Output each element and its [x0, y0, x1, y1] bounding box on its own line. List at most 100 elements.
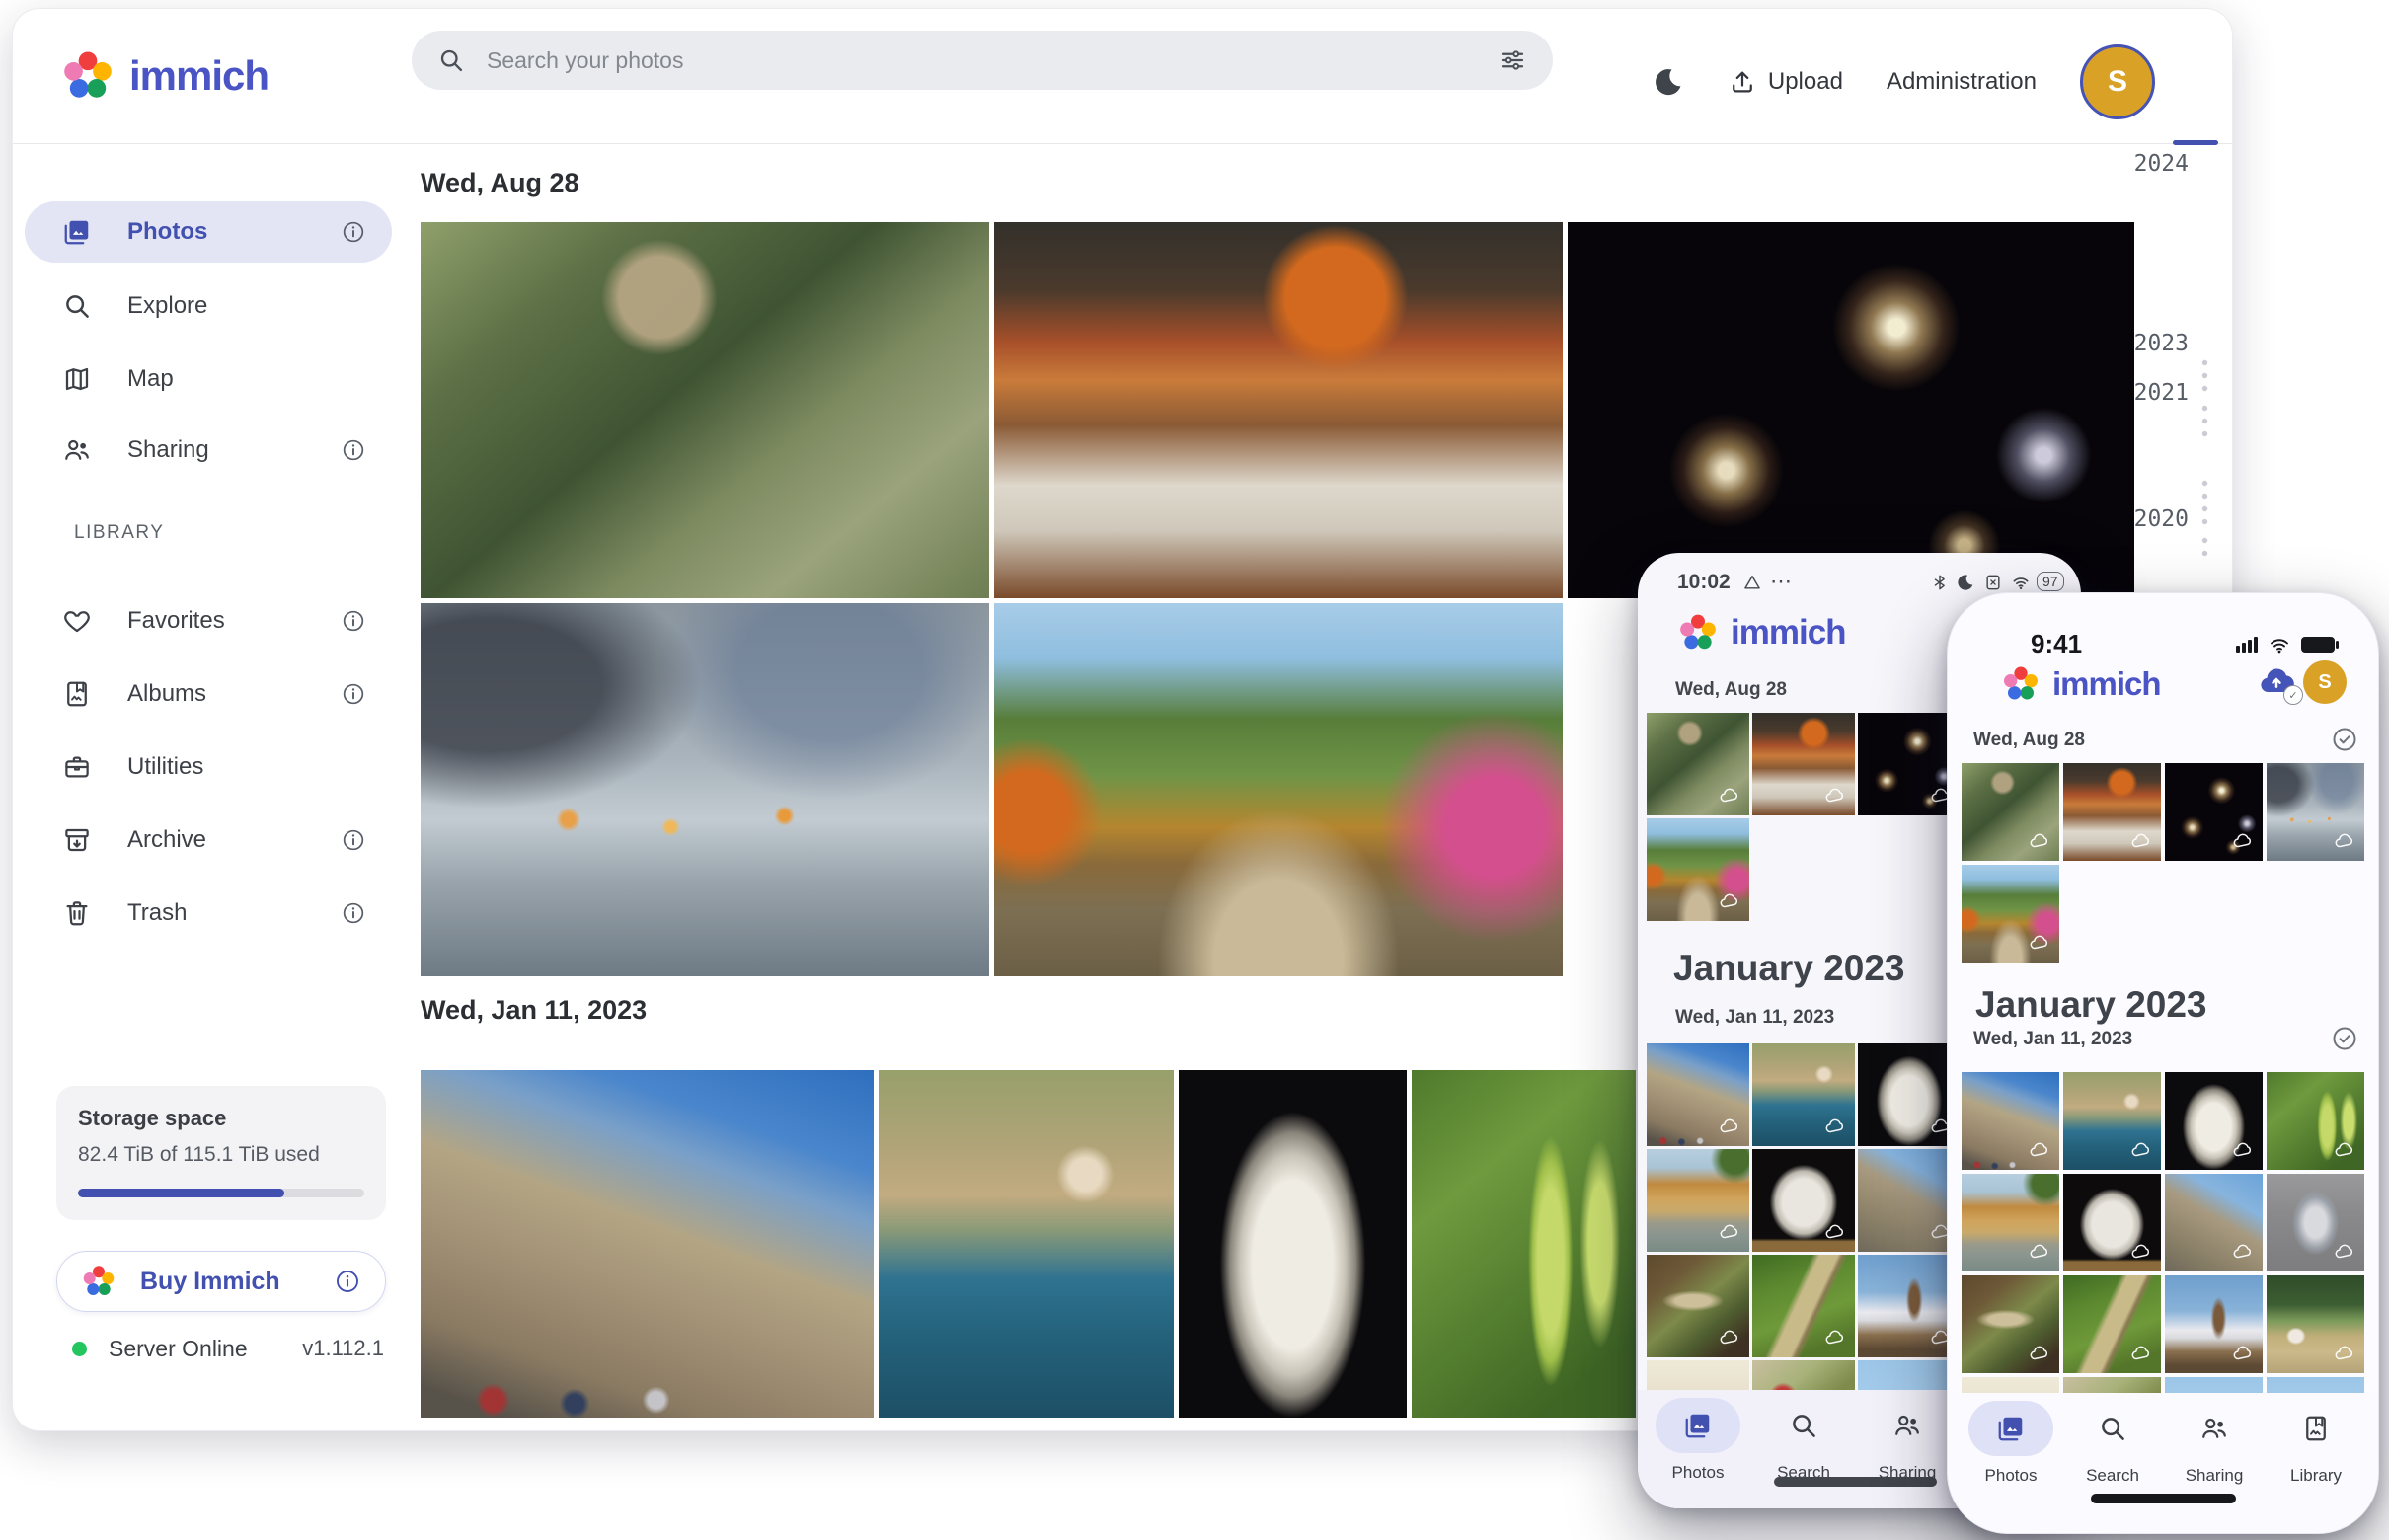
sidebar-item-photos[interactable]: Photos — [25, 201, 392, 263]
home-indicator[interactable] — [2091, 1494, 2236, 1503]
scrubber-tick-dots[interactable] — [2200, 477, 2209, 530]
photo-seagrapes[interactable] — [1412, 1070, 1636, 1418]
server-status-row: Server Online v1.112.1 — [56, 1332, 386, 1365]
cloud-backup-icon — [1823, 784, 1847, 808]
photo-fireworks[interactable] — [2165, 763, 2263, 861]
photo-bust[interactable] — [1858, 1043, 1961, 1146]
photo-trophy[interactable] — [2267, 1174, 2364, 1271]
photo-seagrapes[interactable] — [2267, 1072, 2364, 1170]
photo-path[interactable] — [994, 603, 1563, 976]
date-group-header: Wed, Aug 28 — [1973, 730, 2085, 751]
sidebar-item-utilities[interactable]: Utilities — [25, 736, 392, 798]
photo-path[interactable] — [1962, 865, 2059, 962]
search-filters-icon[interactable] — [1498, 45, 1527, 75]
scrubber-tick-dots[interactable] — [2200, 534, 2209, 562]
photo-ruins[interactable] — [2165, 1174, 2263, 1271]
cloud-backup-icon — [1718, 1326, 1741, 1349]
phone-tab-photos[interactable]: Photos — [1654, 1398, 1742, 1483]
cloud-backup-icon — [2028, 829, 2051, 853]
library-icon — [2301, 1414, 2331, 1443]
photo-monkeys[interactable] — [1962, 763, 2059, 861]
photo-monkeys[interactable] — [421, 222, 989, 598]
photo-hands[interactable] — [421, 603, 989, 976]
photo-bust[interactable] — [2165, 1072, 2263, 1170]
cloud-backup-icon — [1718, 1220, 1741, 1244]
photo-church[interactable] — [2165, 1275, 2263, 1373]
battery-indicator: 97 — [2037, 572, 2064, 591]
select-day-check-icon[interactable] — [2331, 726, 2358, 753]
user-avatar[interactable]: S — [2080, 44, 2155, 119]
phone-tab-sharing[interactable]: Sharing — [1863, 1398, 1952, 1483]
photo-lizard2[interactable] — [2063, 1275, 2161, 1373]
scrubber-tick-dots[interactable] — [2200, 402, 2209, 441]
photo-beachcliff[interactable] — [1647, 1149, 1749, 1252]
administration-link[interactable]: Administration — [1887, 68, 2037, 96]
sidebar-item-albums[interactable]: Albums — [25, 663, 392, 725]
immich-logo[interactable]: immich — [60, 48, 269, 104]
photo-fireworks[interactable] — [1858, 713, 1961, 815]
photo-coastal[interactable] — [2063, 1072, 2161, 1170]
phone-tab-library[interactable]: Library — [2272, 1401, 2360, 1486]
phone-tab-sharing[interactable]: Sharing — [2170, 1401, 2259, 1486]
photo-lizard2[interactable] — [1752, 1255, 1855, 1357]
photo-fireworks[interactable] — [1568, 222, 2134, 598]
upload-button[interactable]: Upload — [1729, 68, 1843, 96]
buy-immich-button[interactable]: Buy Immich — [56, 1251, 386, 1312]
cloud-backup-status-icon[interactable]: ✓ — [2254, 662, 2299, 702]
photo-beachcliff[interactable] — [1962, 1174, 2059, 1271]
photo-monkeys[interactable] — [1647, 713, 1749, 815]
photo-rock[interactable] — [1752, 1149, 1855, 1252]
sidebar-item-archive[interactable]: Archive — [25, 809, 392, 871]
info-icon[interactable] — [341, 827, 366, 853]
photo-lizard1[interactable] — [1647, 1255, 1749, 1357]
phone-tab-photos[interactable]: Photos — [1966, 1401, 2055, 1486]
trash-icon — [62, 898, 92, 928]
phone-photo-grid — [1962, 763, 2364, 966]
search-input[interactable] — [485, 46, 1498, 75]
info-icon[interactable] — [341, 900, 366, 926]
photo-fortress[interactable] — [421, 1070, 874, 1418]
info-icon[interactable] — [341, 681, 366, 707]
photo-coastal[interactable] — [879, 1070, 1174, 1418]
sidebar-item-trash[interactable]: Trash — [25, 883, 392, 944]
photo-farm[interactable] — [2267, 1275, 2364, 1373]
scrubber-tick-dots[interactable] — [2200, 356, 2209, 396]
photo-ruins[interactable] — [1858, 1149, 1961, 1252]
photo-rock[interactable] — [2063, 1174, 2161, 1271]
phone-tab-search[interactable]: Search — [2068, 1401, 2157, 1486]
info-icon[interactable] — [341, 219, 366, 245]
photo-path[interactable] — [1647, 818, 1749, 921]
user-avatar[interactable]: S — [2303, 660, 2347, 704]
scrubber-year-2020[interactable]: 2020 — [2134, 506, 2189, 532]
sidebar-item-sharing[interactable]: Sharing — [25, 420, 392, 481]
photo-coastal[interactable] — [1752, 1043, 1855, 1146]
info-icon[interactable] — [334, 1268, 361, 1295]
photo-dinner[interactable] — [1752, 713, 1855, 815]
search-bar[interactable] — [412, 31, 1553, 90]
battery-icon — [2301, 637, 2335, 653]
select-day-check-icon[interactable] — [2331, 1025, 2358, 1052]
status-time: 10:02 — [1677, 571, 1731, 594]
photo-lizard1[interactable] — [1962, 1275, 2059, 1373]
storage-title: Storage space — [78, 1106, 226, 1131]
photo-fortress[interactable] — [1962, 1072, 2059, 1170]
sidebar-item-map[interactable]: Map — [25, 348, 392, 410]
sidebar-item-explore[interactable]: Explore — [25, 275, 392, 337]
photo-fortress[interactable] — [1647, 1043, 1749, 1146]
home-indicator[interactable] — [1774, 1477, 1937, 1487]
scrubber-year-2021[interactable]: 2021 — [2134, 380, 2189, 406]
info-icon[interactable] — [341, 437, 366, 463]
phone-tab-search[interactable]: Search — [1759, 1398, 1848, 1483]
cloud-backup-icon — [2028, 1240, 2051, 1264]
photo-church[interactable] — [1858, 1255, 1961, 1357]
photo-hands[interactable] — [2267, 763, 2364, 861]
scrubber-year-2023[interactable]: 2023 — [2134, 331, 2189, 356]
photo-dinner[interactable] — [994, 222, 1563, 598]
photo-dinner[interactable] — [2063, 763, 2161, 861]
photo-bust[interactable] — [1179, 1070, 1407, 1418]
theme-toggle-moon-icon[interactable] — [1652, 65, 1685, 99]
scrubber-year-2024[interactable]: 2024 — [2134, 151, 2189, 177]
info-icon[interactable] — [341, 608, 366, 634]
month-header: January 2023 — [1975, 984, 2207, 1026]
sidebar-item-favorites[interactable]: Favorites — [25, 590, 392, 652]
